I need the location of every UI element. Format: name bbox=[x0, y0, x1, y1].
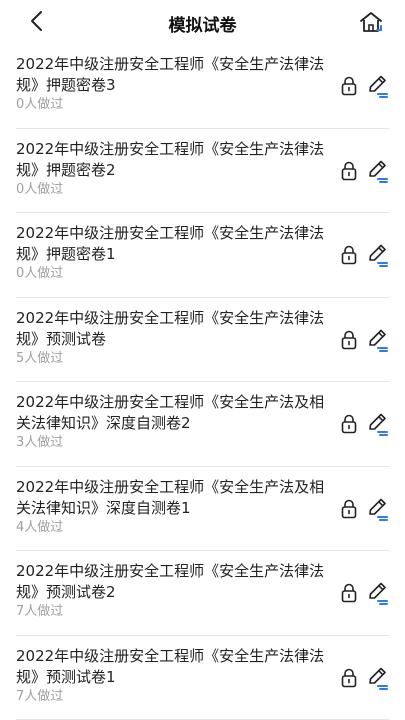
exam-done-count: 0人做过 bbox=[16, 181, 64, 197]
exam-title: 2022年中级注册安全工程师《安全生产法及相关法律知识》深度自测卷2 bbox=[16, 393, 325, 432]
exam-title: 2022年中级注册安全工程师《安全生产法律法规》预测试卷1 bbox=[16, 646, 325, 686]
exam-done-count: 0人做过 bbox=[16, 266, 64, 281]
exam-done-count: 4人做过 bbox=[16, 519, 64, 535]
page-title: 模拟试卷 bbox=[168, 16, 237, 36]
exam-list: 2022年中级注册安全工程师《安全生产法律法规》押题密卷3 0人做过 2022年… bbox=[0, 44, 405, 720]
edit-pencil-icon[interactable] bbox=[366, 666, 388, 690]
lock-icon bbox=[341, 161, 357, 181]
home-icon bbox=[360, 12, 382, 32]
edit-pencil-icon[interactable] bbox=[366, 159, 388, 183]
edit-pencil-icon[interactable] bbox=[366, 74, 388, 98]
exam-done-count: 7人做过 bbox=[16, 604, 64, 619]
lock-icon bbox=[341, 414, 357, 434]
edit-pencil-icon[interactable] bbox=[366, 581, 388, 605]
exam-list-item[interactable]: 2022年中级注册安全工程师《安全生产法律法规》押题密卷2 0人做过 bbox=[16, 129, 389, 213]
edit-pencil-icon[interactable] bbox=[366, 243, 388, 267]
edit-pencil-icon[interactable] bbox=[366, 412, 388, 436]
edit-pencil-icon[interactable] bbox=[366, 328, 388, 352]
exam-title: 2022年中级注册安全工程师《安全生产法律法规》预测试卷 bbox=[16, 308, 325, 348]
exam-list-item[interactable]: 2022年中级注册安全工程师《安全生产法律法规》预测试卷2 7人做过 bbox=[16, 551, 389, 636]
exam-title: 2022年中级注册安全工程师《安全生产法及相关法律知识》深度自测卷1 bbox=[16, 477, 325, 517]
exam-done-count: 7人做过 bbox=[16, 688, 64, 704]
exam-done-count: 0人做过 bbox=[16, 97, 64, 112]
exam-title: 2022年中级注册安全工程师《安全生产法律法规》预测试卷2 bbox=[16, 562, 325, 601]
exam-done-count: 3人做过 bbox=[16, 435, 64, 450]
home-button[interactable] bbox=[358, 10, 384, 34]
lock-icon bbox=[341, 668, 357, 688]
header-bar: 模拟试卷 bbox=[0, 0, 405, 44]
exam-list-item[interactable]: 2022年中级注册安全工程师《安全生产法律法规》押题密卷1 0人做过 bbox=[16, 213, 389, 298]
lock-icon bbox=[341, 330, 357, 350]
lock-icon bbox=[341, 76, 357, 96]
lock-icon bbox=[341, 583, 357, 603]
exam-title: 2022年中级注册安全工程师《安全生产法律法规》押题密卷1 bbox=[16, 224, 325, 263]
lock-icon bbox=[341, 245, 357, 265]
exam-list-item[interactable]: 2022年中级注册安全工程师《安全生产法及相关法律知识》深度自测卷1 4人做过 bbox=[16, 467, 389, 551]
exam-title: 2022年中级注册安全工程师《安全生产法律法规》押题密卷3 bbox=[16, 55, 325, 94]
exam-title: 2022年中级注册安全工程师《安全生产法律法规》押题密卷2 bbox=[16, 139, 325, 179]
edit-pencil-icon[interactable] bbox=[366, 497, 388, 521]
exam-list-item[interactable]: 2022年中级注册安全工程师《安全生产法及相关法律知识》深度自测卷2 3人做过 bbox=[16, 382, 389, 467]
lock-icon bbox=[341, 499, 357, 519]
exam-done-count: 5人做过 bbox=[16, 350, 64, 366]
exam-list-item[interactable]: 2022年中级注册安全工程师《安全生产法律法规》预测试卷1 7人做过 bbox=[16, 636, 389, 720]
exam-list-item[interactable]: 2022年中级注册安全工程师《安全生产法律法规》预测试卷 5人做过 bbox=[16, 298, 389, 382]
exam-list-item[interactable]: 2022年中级注册安全工程师《安全生产法律法规》押题密卷3 0人做过 bbox=[16, 44, 389, 129]
